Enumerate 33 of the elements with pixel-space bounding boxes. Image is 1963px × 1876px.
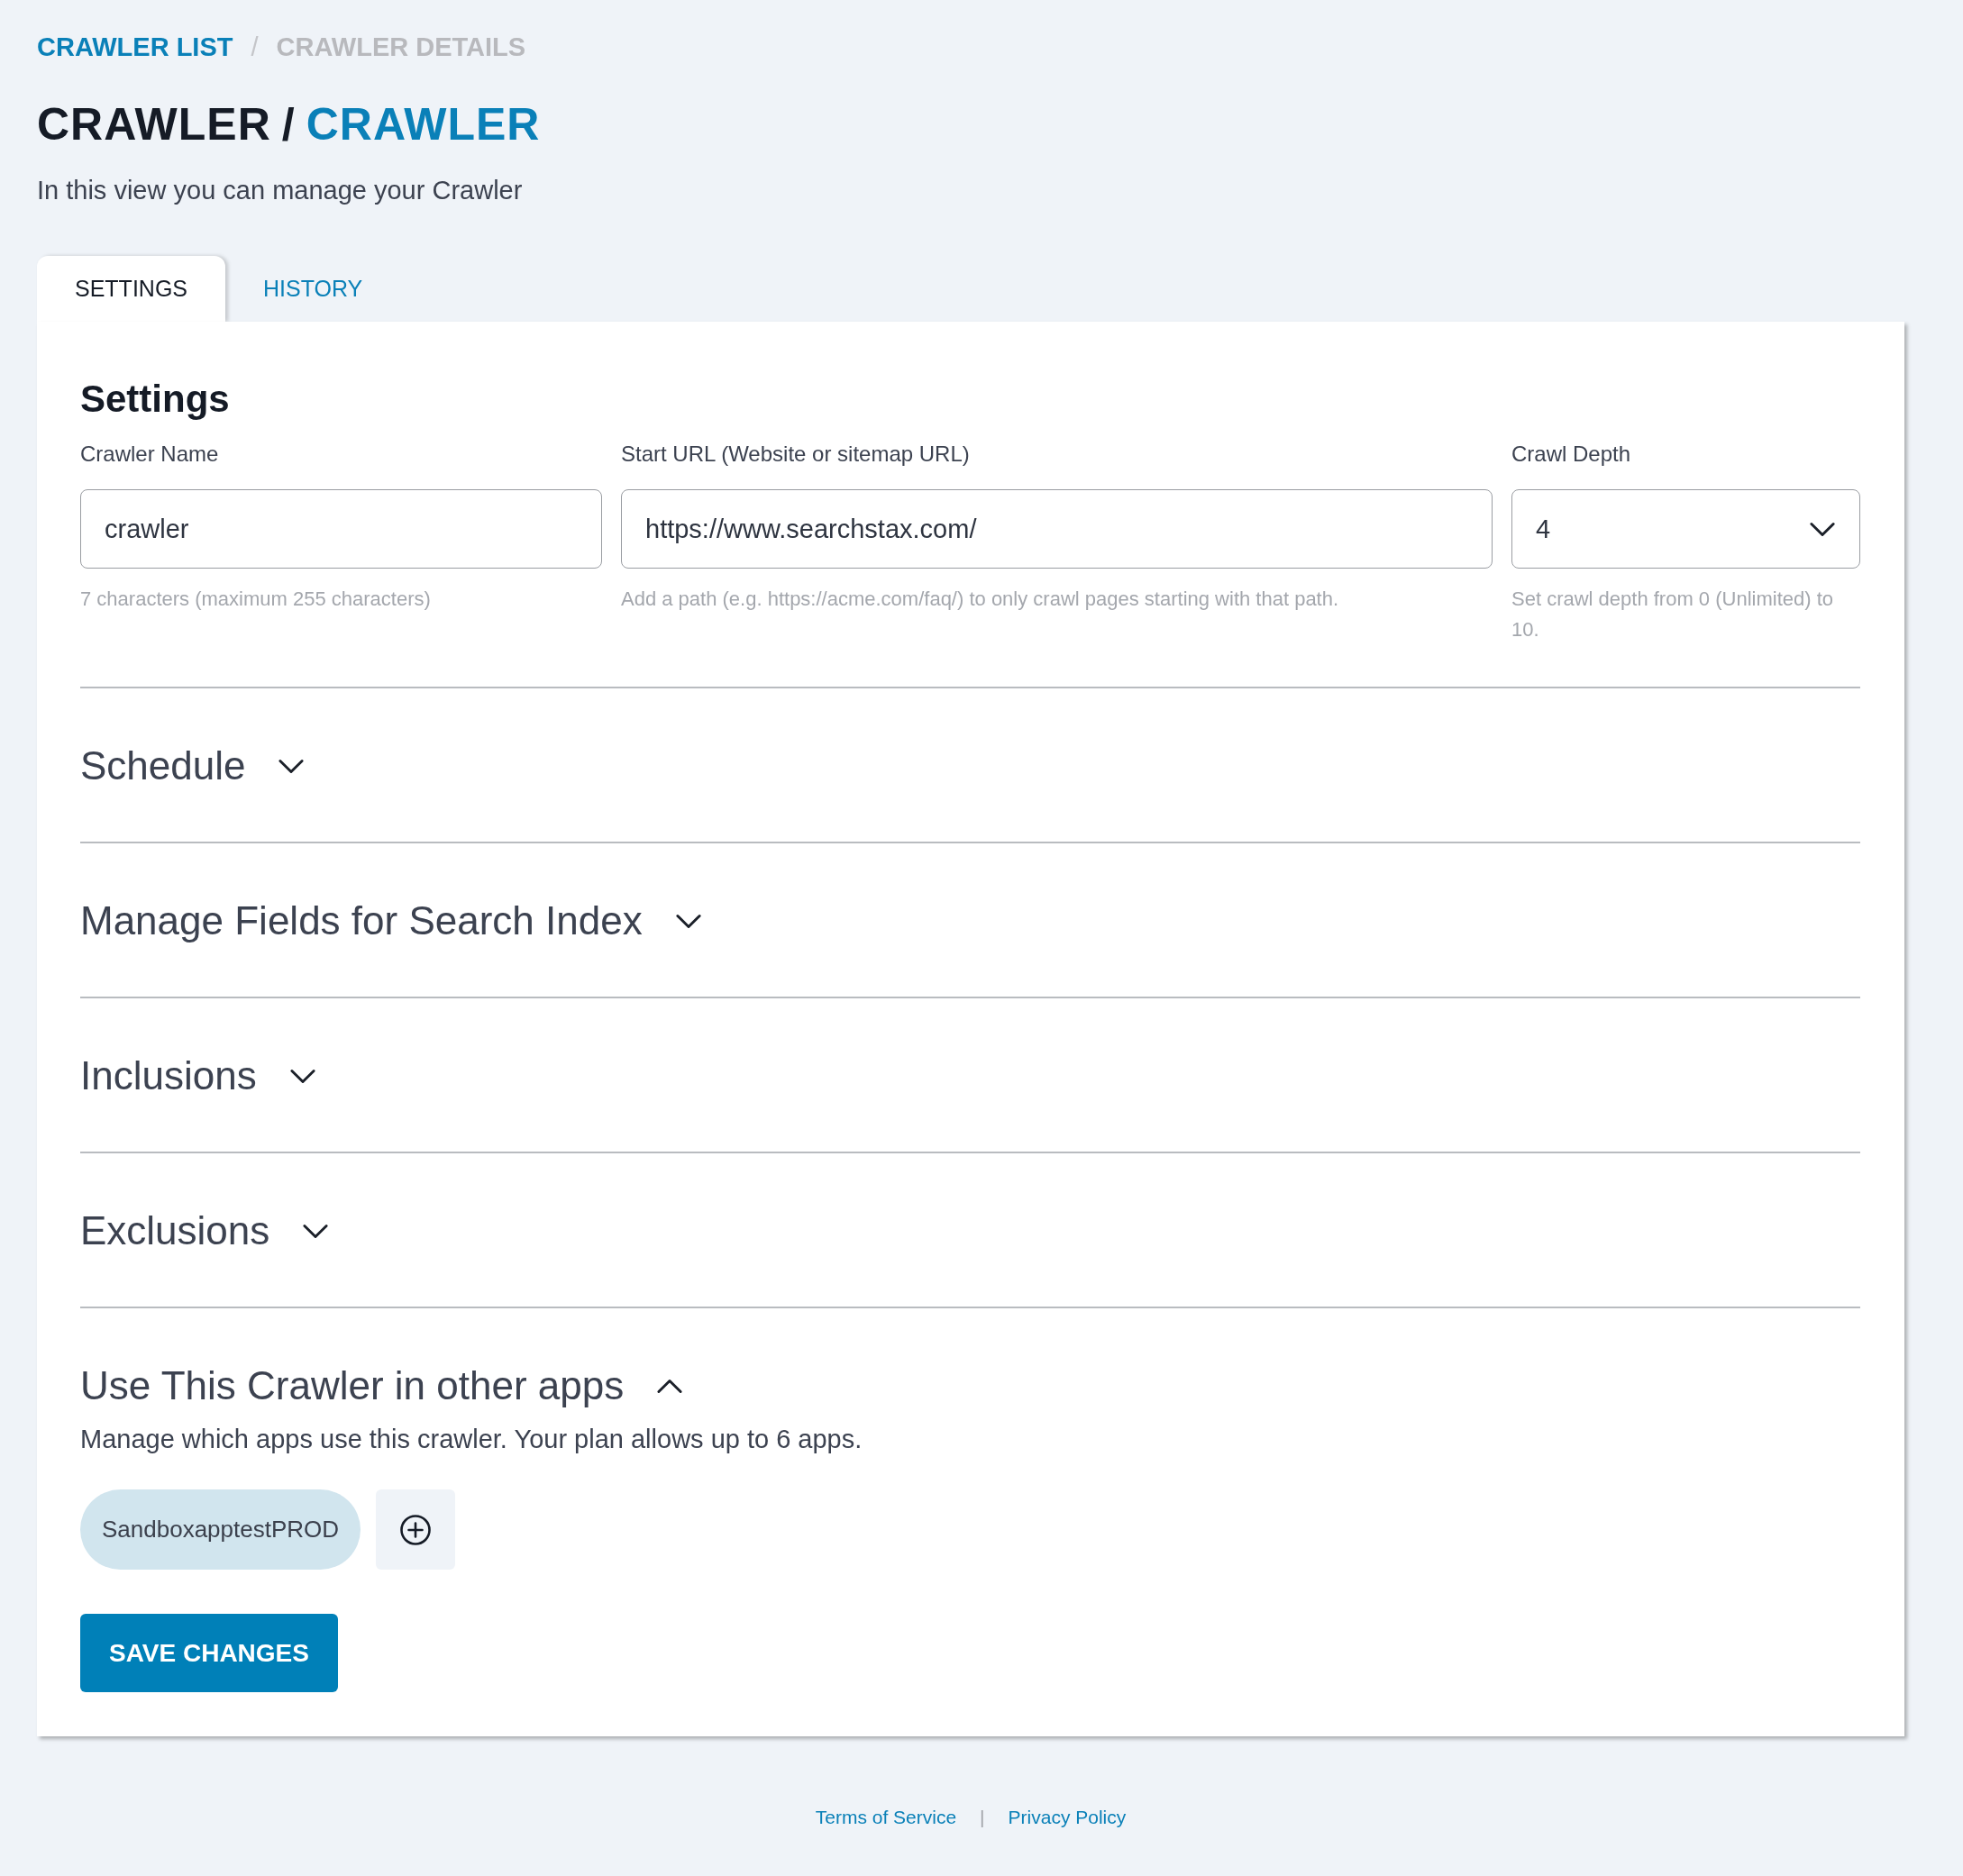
field-hint: Set crawl depth from 0 (Unlimited) to 10. xyxy=(1511,587,1835,642)
add-icon xyxy=(400,1514,432,1545)
save-changes-button[interactable]: SAVE CHANGES xyxy=(80,1614,338,1692)
tab[interactable]: SETTINGS xyxy=(37,256,225,322)
field-hint: Add a path (e.g. https://acme.com/faq/) to only crawl pages starting with that path. xyxy=(621,587,1340,612)
footer-link[interactable]: Privacy Policy xyxy=(1008,1806,1127,1829)
section-heading: Settings xyxy=(80,377,231,422)
app-chip: SandboxapptestPROD xyxy=(80,1489,361,1570)
field-label: Crawler Name xyxy=(80,441,220,468)
select-field[interactable]: 4 xyxy=(1511,489,1860,569)
page-subtitle: In this view you can manage your Crawler xyxy=(37,175,524,206)
title-separator: / xyxy=(281,98,296,151)
section-toggle[interactable]: Use This Crawler in other apps xyxy=(80,1361,684,1411)
add-app-button[interactable] xyxy=(376,1489,456,1570)
field-hint: 7 characters (maximum 255 characters) xyxy=(80,587,432,612)
section-description: Manage which apps use this crawler. Your plan allows up to 6 apps. xyxy=(80,1424,863,1455)
field-label: Crawl Depth xyxy=(1511,441,1632,468)
section-toggle[interactable]: Schedule xyxy=(80,741,306,791)
input-field[interactable]: crawler xyxy=(80,489,602,569)
breadcrumb-separator: / xyxy=(251,32,259,63)
chevron-down-icon xyxy=(1809,521,1836,537)
tab[interactable]: HISTORY xyxy=(225,256,401,322)
section-toggle[interactable]: Exclusions xyxy=(80,1206,330,1256)
page-title: CRAWLER xyxy=(37,98,271,151)
section-toggle[interactable]: Inclusions xyxy=(80,1051,316,1101)
input-field[interactable]: https://www.searchstax.com/ xyxy=(621,489,1493,569)
crawler-name-title: CRAWLER xyxy=(306,98,541,151)
footer-link[interactable]: Terms of Service xyxy=(815,1806,957,1829)
section-toggle[interactable]: Manage Fields for Search Index xyxy=(80,896,702,946)
footer-separator: | xyxy=(980,1806,985,1829)
breadcrumb-link[interactable]: CRAWLER LIST xyxy=(37,30,233,64)
breadcrumb-current: CRAWLER DETAILS xyxy=(276,32,526,63)
field-label: Start URL (Website or sitemap URL) xyxy=(621,441,971,468)
